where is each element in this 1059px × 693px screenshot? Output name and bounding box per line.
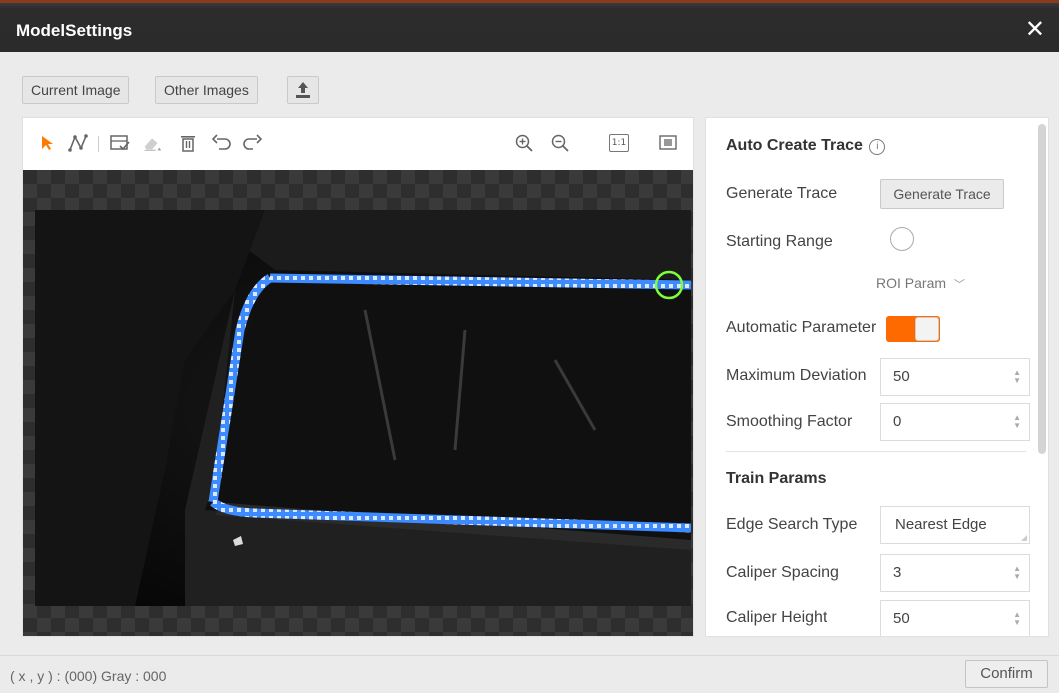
polyline-icon[interactable] xyxy=(67,132,89,154)
automatic-param-toggle[interactable] xyxy=(886,316,940,342)
parameter-panel: Auto Create Trace i Generate Trace Gener… xyxy=(705,117,1049,637)
select-arrow-icon[interactable] xyxy=(37,132,59,154)
panel-scrollbar[interactable] xyxy=(1038,124,1046,454)
actual-size-label: 1:1 xyxy=(611,138,627,148)
toolbar-divider xyxy=(98,136,99,152)
roi-param-dropdown[interactable]: ROI Param ﹀ xyxy=(876,275,965,292)
fit-window-icon[interactable] xyxy=(657,132,679,154)
smoothing-factor-value: 0 xyxy=(893,413,902,430)
roi-param-label: ROI Param xyxy=(876,275,947,291)
chevron-down-icon: ﹀ xyxy=(953,279,965,291)
caliper-height-value: 50 xyxy=(893,610,910,627)
eraser-icon[interactable] xyxy=(141,132,163,154)
current-image-button[interactable]: Current Image xyxy=(22,76,130,104)
auto-create-heading-text: Auto Create Trace xyxy=(726,137,863,154)
caliper-spacing-value: 3 xyxy=(893,564,902,581)
train-params-heading: Train Params xyxy=(726,470,827,487)
zoom-in-icon[interactable] xyxy=(513,132,535,154)
stepper-arrows-icon[interactable]: ▲ ▼ xyxy=(1013,369,1021,385)
max-deviation-field[interactable]: 50 ▲ ▼ xyxy=(880,358,1030,396)
automatic-param-label: Automatic Parameter xyxy=(726,319,876,336)
upload-button[interactable] xyxy=(287,76,319,104)
caliper-height-field[interactable]: 50 ▲ ▼ xyxy=(880,600,1030,636)
smoothing-factor-label: Smoothing Factor xyxy=(726,413,853,430)
caliper-height-label: Caliper Height xyxy=(726,609,828,626)
edge-search-value: Nearest Edge xyxy=(895,516,987,533)
status-bar: ( x , y ) : (000) Gray : 000 xyxy=(0,655,1059,693)
canvas-toolbar: 1:1 xyxy=(23,118,693,170)
window-title: ModelSettings xyxy=(16,21,133,40)
caliper-spacing-label: Caliper Spacing xyxy=(726,564,839,581)
upload-icon xyxy=(296,82,310,98)
max-deviation-value: 50 xyxy=(893,368,910,385)
delete-icon[interactable] xyxy=(177,132,199,154)
windshield-image xyxy=(35,210,691,606)
confirm-button[interactable]: Confirm xyxy=(965,660,1048,688)
title-bar: ModelSettings ✕ xyxy=(0,0,1059,52)
caliper-spacing-field[interactable]: 3 ▲ ▼ xyxy=(880,554,1030,592)
max-deviation-label: Maximum Deviation xyxy=(726,367,867,384)
toggle-knob xyxy=(915,317,939,341)
mask-edit-icon[interactable] xyxy=(109,132,131,154)
stepper-arrows-icon[interactable]: ▲ ▼ xyxy=(1013,565,1021,581)
starting-range-radio[interactable] xyxy=(890,227,914,251)
zoom-out-icon[interactable] xyxy=(549,132,571,154)
info-icon[interactable]: i xyxy=(869,139,886,155)
starting-range-label: Starting Range xyxy=(726,233,833,250)
stepper-arrows-icon[interactable]: ▲ ▼ xyxy=(1013,414,1021,430)
other-images-button[interactable]: Other Images xyxy=(155,76,258,104)
coordinate-readout: ( x , y ) : (000) Gray : 000 xyxy=(10,668,167,684)
redo-icon[interactable] xyxy=(241,132,263,154)
edge-search-label: Edge Search Type xyxy=(726,516,858,533)
smoothing-factor-field[interactable]: 0 ▲ ▼ xyxy=(880,403,1030,441)
close-icon[interactable]: ✕ xyxy=(1025,15,1045,44)
inspection-image xyxy=(35,210,691,606)
section-divider xyxy=(726,451,1026,452)
resize-corner-icon xyxy=(1021,535,1027,541)
edge-search-select[interactable]: Nearest Edge xyxy=(880,506,1030,544)
actual-size-icon[interactable]: 1:1 xyxy=(609,134,629,152)
image-canvas-panel: 1:1 xyxy=(22,117,694,637)
generate-trace-button[interactable]: Generate Trace xyxy=(880,179,1004,209)
auto-create-heading: Auto Create Trace i xyxy=(726,137,886,155)
generate-trace-label: Generate Trace xyxy=(726,185,838,202)
stepper-arrows-icon[interactable]: ▲ ▼ xyxy=(1013,611,1021,627)
undo-icon[interactable] xyxy=(211,132,233,154)
image-viewport[interactable] xyxy=(23,170,693,636)
